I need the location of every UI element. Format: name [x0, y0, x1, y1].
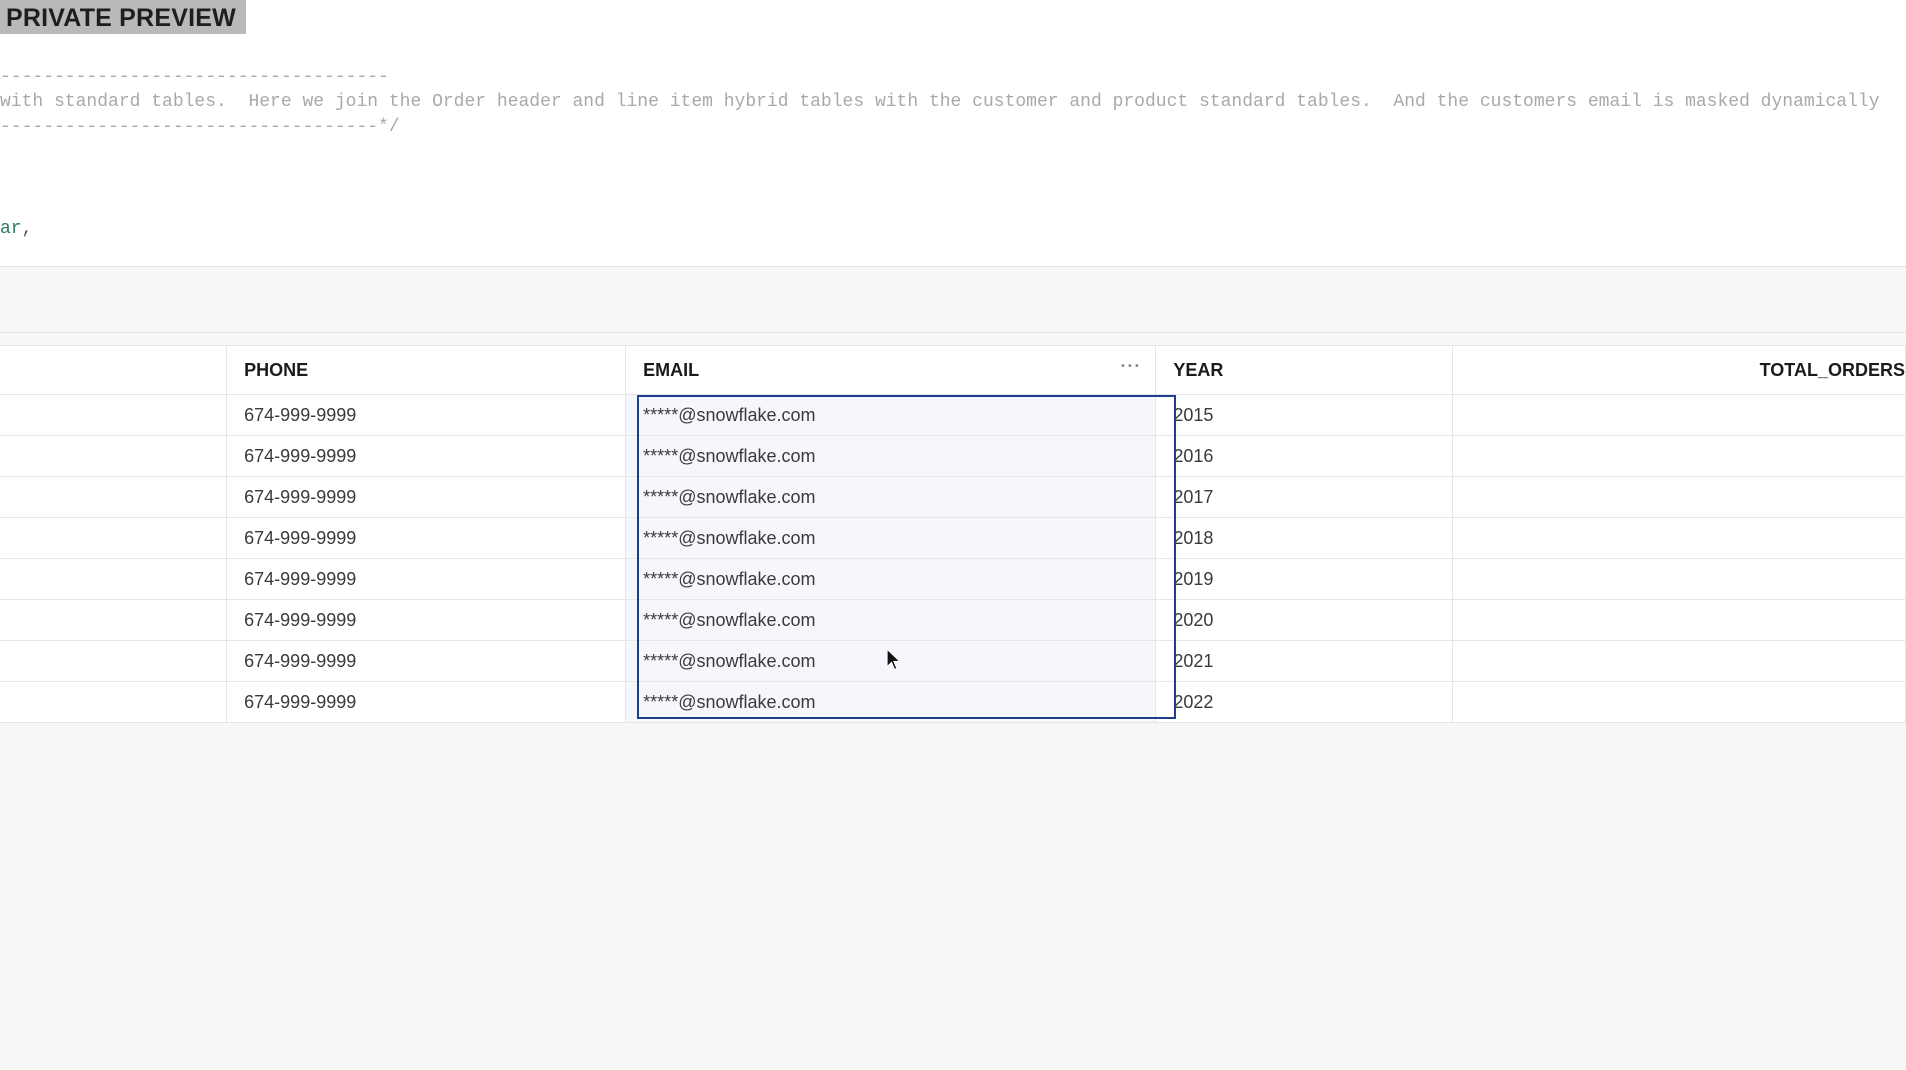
- cell-phone[interactable]: 674-999-9999: [226, 681, 627, 723]
- cell-phone[interactable]: 674-999-9999: [226, 476, 627, 518]
- cell-total-orders[interactable]: [1452, 394, 1906, 436]
- cell-total-orders[interactable]: [1452, 558, 1906, 600]
- cell-email[interactable]: *****@snowflake.com: [625, 681, 1157, 723]
- table-row[interactable]: 674-999-9999 *****@snowflake.com 2018: [0, 517, 1906, 559]
- cell-total-orders[interactable]: [1452, 517, 1906, 559]
- cell-year[interactable]: 2018: [1155, 517, 1454, 559]
- cell-email[interactable]: *****@snowflake.com: [625, 558, 1157, 600]
- code-punctuation: ,: [21, 219, 33, 239]
- cell-phone[interactable]: 674-999-9999: [226, 558, 627, 600]
- column-header-hidden[interactable]: [0, 345, 228, 395]
- cell-hidden[interactable]: [0, 599, 228, 641]
- cell-total-orders[interactable]: [1452, 435, 1906, 477]
- cell-email[interactable]: *****@snowflake.com: [625, 394, 1157, 436]
- private-preview-banner: PRIVATE PREVIEW: [0, 0, 246, 34]
- cell-phone[interactable]: 674-999-9999: [226, 517, 627, 559]
- column-header-email[interactable]: EMAIL ···: [625, 345, 1157, 395]
- table-row[interactable]: 674-999-9999 *****@snowflake.com 2017: [0, 476, 1906, 518]
- results-toolbar: [0, 267, 1906, 332]
- cell-email[interactable]: *****@snowflake.com: [625, 599, 1157, 641]
- table-row[interactable]: 674-999-9999 *****@snowflake.com 2019: [0, 558, 1906, 600]
- sql-editor[interactable]: ------------------------------------ wit…: [0, 34, 1906, 266]
- table-row[interactable]: 674-999-9999 *****@snowflake.com 2022: [0, 681, 1906, 723]
- code-comment-line: ------------------------------------: [0, 67, 389, 87]
- code-line: ar,: [0, 219, 32, 239]
- cell-total-orders[interactable]: [1452, 476, 1906, 518]
- cell-total-orders[interactable]: [1452, 640, 1906, 682]
- cell-year[interactable]: 2020: [1155, 599, 1454, 641]
- cell-email[interactable]: *****@snowflake.com: [625, 517, 1157, 559]
- cell-phone[interactable]: 674-999-9999: [226, 599, 627, 641]
- results-table: PHONE EMAIL ··· YEAR TOTAL_ORDERS 674-999…: [0, 345, 1906, 723]
- code-comment-line: with standard tables. Here we join the O…: [0, 92, 1880, 112]
- table-header-row: PHONE EMAIL ··· YEAR TOTAL_ORDERS: [0, 345, 1906, 395]
- column-header-total-orders[interactable]: TOTAL_ORDERS: [1452, 345, 1906, 395]
- table-row[interactable]: 674-999-9999 *****@snowflake.com 2016: [0, 435, 1906, 477]
- mouse-cursor-icon: [886, 648, 902, 671]
- cell-year[interactable]: 2022: [1155, 681, 1454, 723]
- cell-email[interactable]: *****@snowflake.com: [625, 435, 1157, 477]
- cell-hidden[interactable]: [0, 476, 228, 518]
- cell-hidden[interactable]: [0, 435, 228, 477]
- ellipsis-icon[interactable]: ···: [1120, 356, 1141, 377]
- code-identifier: ar: [0, 219, 22, 239]
- cell-phone[interactable]: 674-999-9999: [226, 394, 627, 436]
- column-header-phone[interactable]: PHONE: [226, 345, 627, 395]
- table-row[interactable]: 674-999-9999 *****@snowflake.com 2015: [0, 394, 1906, 436]
- cell-email[interactable]: *****@snowflake.com: [625, 476, 1157, 518]
- cell-total-orders[interactable]: [1452, 599, 1906, 641]
- cell-hidden[interactable]: [0, 558, 228, 600]
- code-comment-line: -----------------------------------*/: [0, 117, 400, 137]
- cell-year[interactable]: 2017: [1155, 476, 1454, 518]
- cell-year[interactable]: 2021: [1155, 640, 1454, 682]
- table-row[interactable]: 674-999-9999 *****@snowflake.com 2021: [0, 640, 1906, 682]
- cell-hidden[interactable]: [0, 640, 228, 682]
- cell-hidden[interactable]: [0, 394, 228, 436]
- cell-year[interactable]: 2019: [1155, 558, 1454, 600]
- cell-year[interactable]: 2015: [1155, 394, 1454, 436]
- cell-phone[interactable]: 674-999-9999: [226, 640, 627, 682]
- cell-year[interactable]: 2016: [1155, 435, 1454, 477]
- table-row[interactable]: 674-999-9999 *****@snowflake.com 2020: [0, 599, 1906, 641]
- column-header-year[interactable]: YEAR: [1155, 345, 1454, 395]
- cell-total-orders[interactable]: [1452, 681, 1906, 723]
- cell-hidden[interactable]: [0, 517, 228, 559]
- cell-phone[interactable]: 674-999-9999: [226, 435, 627, 477]
- cell-hidden[interactable]: [0, 681, 228, 723]
- column-header-email-label: EMAIL: [643, 359, 700, 380]
